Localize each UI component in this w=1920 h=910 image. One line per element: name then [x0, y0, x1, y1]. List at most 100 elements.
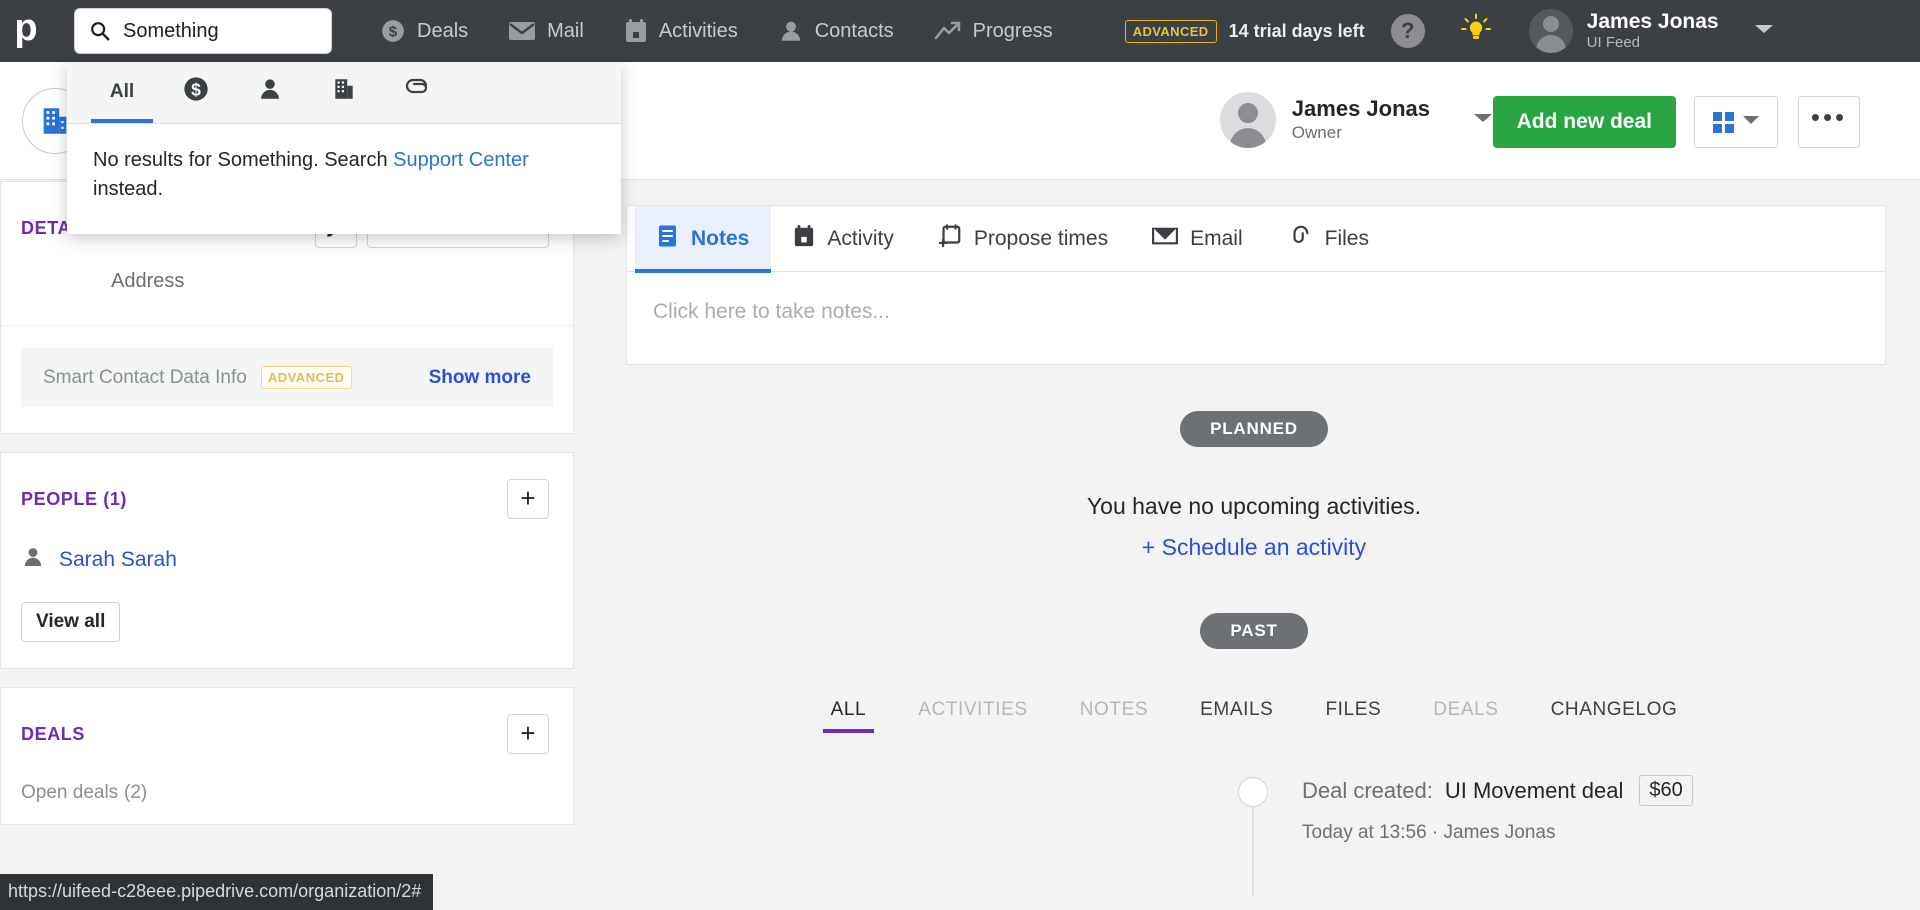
people-title: PEOPLE (1)	[21, 488, 128, 509]
timeline-meta: Today at 13:56 · James Jonas	[1302, 822, 1556, 843]
smart-contact-data-bar: Smart Contact Data Info ADVANCED Show mo…	[21, 348, 553, 407]
help-icon[interactable]: ?	[1390, 14, 1425, 48]
user-menu[interactable]: James Jonas UI Feed	[1528, 9, 1797, 53]
deal-owner-selector[interactable]: James Jonas Owner	[1219, 92, 1494, 148]
search-empty-message: No results for Something. Search Support…	[67, 124, 621, 234]
email-envelope-icon	[1152, 225, 1179, 253]
search-empty-text-before: No results for Something. Search	[93, 149, 394, 171]
chevron-down-icon[interactable]	[1472, 111, 1494, 130]
deals-card: DEALS + Open deals (2)	[0, 687, 574, 825]
filter-emails[interactable]: EMAILS	[1174, 699, 1299, 733]
top-navigation-bar: p $ Deals Mail Activities	[0, 0, 1920, 62]
tab-files-label: Files	[1324, 226, 1369, 250]
filter-notes[interactable]: NOTES	[1054, 699, 1174, 733]
user-name: James Jonas	[1586, 9, 1719, 33]
lightbulb-icon[interactable]	[1459, 12, 1493, 51]
filter-all[interactable]: ALL	[805, 699, 893, 733]
add-new-deal-button[interactable]: Add new deal	[1492, 96, 1676, 148]
tab-activity-label: Activity	[827, 226, 894, 250]
more-options-button[interactable]: •••	[1798, 96, 1860, 148]
timeline-event-label: Deal created:	[1302, 777, 1433, 803]
trial-status[interactable]: ADVANCED 14 trial days left	[1124, 19, 1365, 43]
main-content-panel: Notes Activity Propose times Email Files…	[588, 181, 1920, 910]
open-deals-label: Open deals	[21, 782, 119, 803]
field-address[interactable]: Address	[1, 248, 573, 326]
note-input[interactable]: Click here to take notes...	[627, 272, 1885, 364]
activity-calendar-icon	[793, 224, 815, 254]
grid-view-icon	[1712, 111, 1734, 133]
people-card: PEOPLE (1) + Sarah Sarah View all	[0, 452, 574, 669]
tab-propose-times[interactable]: Propose times	[916, 206, 1130, 272]
search-tab-all[interactable]: All	[85, 61, 159, 123]
past-pill: PAST	[1200, 613, 1308, 649]
filter-activities[interactable]: ACTIVITIES	[892, 699, 1053, 733]
person-name-link[interactable]: Sarah Sarah	[59, 548, 177, 572]
notes-icon	[657, 224, 679, 254]
deals-title: DEALS	[21, 723, 86, 744]
progress-trend-icon	[934, 19, 962, 43]
open-deals-row[interactable]: Open deals (2)	[21, 780, 553, 804]
smart-contact-data-label: Smart Contact Data Info	[43, 366, 247, 388]
search-tab-deals[interactable]: $	[159, 61, 233, 123]
nav-label-contacts: Contacts	[814, 19, 894, 42]
nav-item-contacts[interactable]: Contacts	[758, 0, 914, 62]
avatar	[1528, 9, 1573, 53]
nav-label-progress: Progress	[972, 19, 1053, 42]
nav-label-activities: Activities	[658, 19, 738, 42]
timeline-deal-name[interactable]: UI Movement deal	[1445, 778, 1624, 804]
tab-notes[interactable]: Notes	[635, 205, 772, 273]
add-deal-button[interactable]: +	[507, 714, 549, 754]
person-icon	[21, 545, 45, 574]
nav-label-deals: Deals	[417, 19, 469, 42]
filter-deals[interactable]: DEALS	[1407, 699, 1524, 733]
nav-item-activities[interactable]: Activities	[604, 0, 758, 62]
schedule-activity-link[interactable]: + Schedule an activity	[588, 534, 1920, 561]
deals-body: Open deals (2)	[1, 754, 573, 824]
show-more-link[interactable]: Show more	[429, 367, 531, 389]
view-all-people-button[interactable]: View all	[21, 602, 121, 642]
avatar	[1219, 92, 1276, 148]
note-composer-card: Notes Activity Propose times Email Files…	[626, 205, 1886, 365]
organization-building-icon	[331, 76, 357, 108]
nav-item-progress[interactable]: Progress	[914, 0, 1073, 62]
tab-email[interactable]: Email	[1130, 206, 1265, 272]
nav-item-deals[interactable]: $ Deals	[360, 0, 488, 62]
search-input[interactable]	[121, 18, 311, 44]
support-center-link[interactable]: Support Center	[393, 149, 529, 171]
deal-dollar-icon: $	[182, 75, 210, 109]
timeline-line	[1252, 807, 1254, 897]
search-tab-organizations[interactable]	[307, 61, 381, 123]
planned-divider: PLANNED	[588, 411, 1920, 447]
search-tab-all-label: All	[109, 81, 135, 102]
deals-dollar-icon: $	[380, 18, 406, 44]
list-item[interactable]: Sarah Sarah	[1, 519, 573, 574]
pipedrive-logo[interactable]: p	[0, 0, 52, 62]
add-person-button[interactable]: +	[507, 479, 549, 519]
global-search[interactable]	[74, 8, 332, 54]
status-bar-url: https://uifeed-c28eee.pipedrive.com/orga…	[0, 874, 434, 910]
filter-changelog[interactable]: CHANGELOG	[1525, 699, 1704, 733]
field-address-label: Address	[111, 270, 185, 292]
composer-tabs: Notes Activity Propose times Email Files	[627, 205, 1885, 273]
chevron-down-icon[interactable]	[1753, 22, 1775, 41]
filter-files[interactable]: FILES	[1299, 699, 1407, 733]
owner-role: Owner	[1291, 122, 1342, 142]
nav-label-mail: Mail	[547, 19, 584, 42]
tab-email-label: Email	[1190, 226, 1243, 250]
tab-files[interactable]: Files	[1265, 206, 1391, 272]
tab-propose-times-label: Propose times	[973, 226, 1109, 250]
timeline-item[interactable]: Deal created: UI Movement deal $60 Today…	[666, 775, 1920, 844]
tab-activity[interactable]: Activity	[771, 206, 916, 272]
search-tab-people[interactable]	[233, 61, 307, 123]
nav-items: $ Deals Mail Activities Contacts Progres…	[360, 0, 1073, 62]
view-switcher-button[interactable]	[1694, 96, 1778, 148]
user-role: UI Feed	[1586, 33, 1641, 51]
timeline-dot	[1238, 777, 1268, 807]
smart-advanced-badge: ADVANCED	[260, 366, 352, 389]
activities-calendar-icon	[624, 18, 648, 44]
person-icon	[257, 76, 283, 108]
search-tab-files[interactable]	[381, 61, 455, 123]
nav-item-mail[interactable]: Mail	[488, 0, 604, 62]
files-paperclip-icon	[1287, 225, 1313, 253]
trial-days-text: 14 trial days left	[1228, 20, 1365, 41]
